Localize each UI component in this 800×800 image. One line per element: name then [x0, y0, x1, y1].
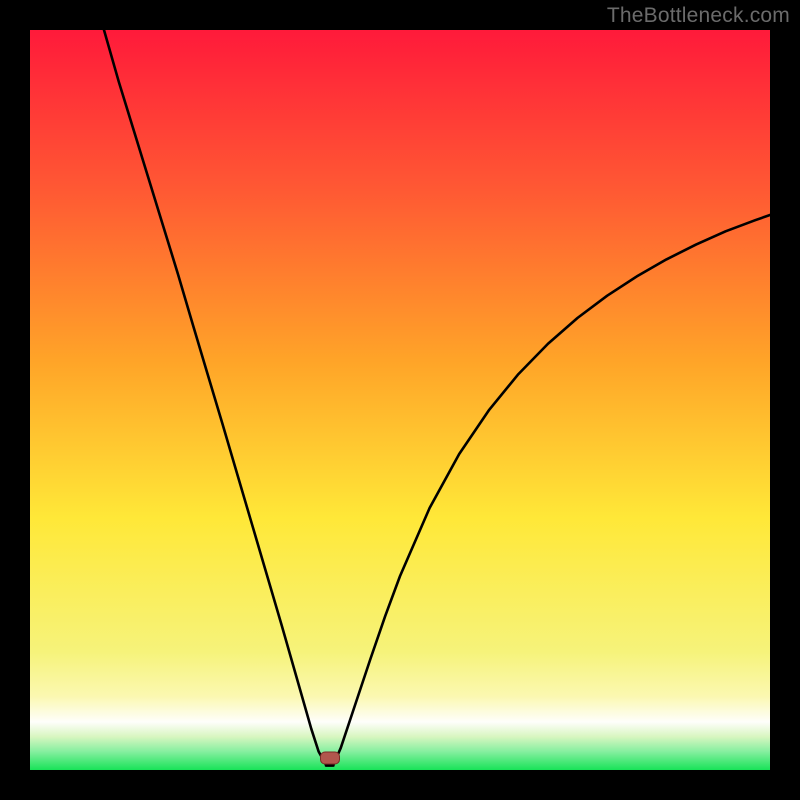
watermark-text: TheBottleneck.com [607, 4, 790, 28]
plot-area [30, 30, 770, 770]
bottleneck-curve [30, 30, 770, 770]
chart-frame: TheBottleneck.com [0, 0, 800, 800]
optimum-marker [320, 752, 340, 765]
